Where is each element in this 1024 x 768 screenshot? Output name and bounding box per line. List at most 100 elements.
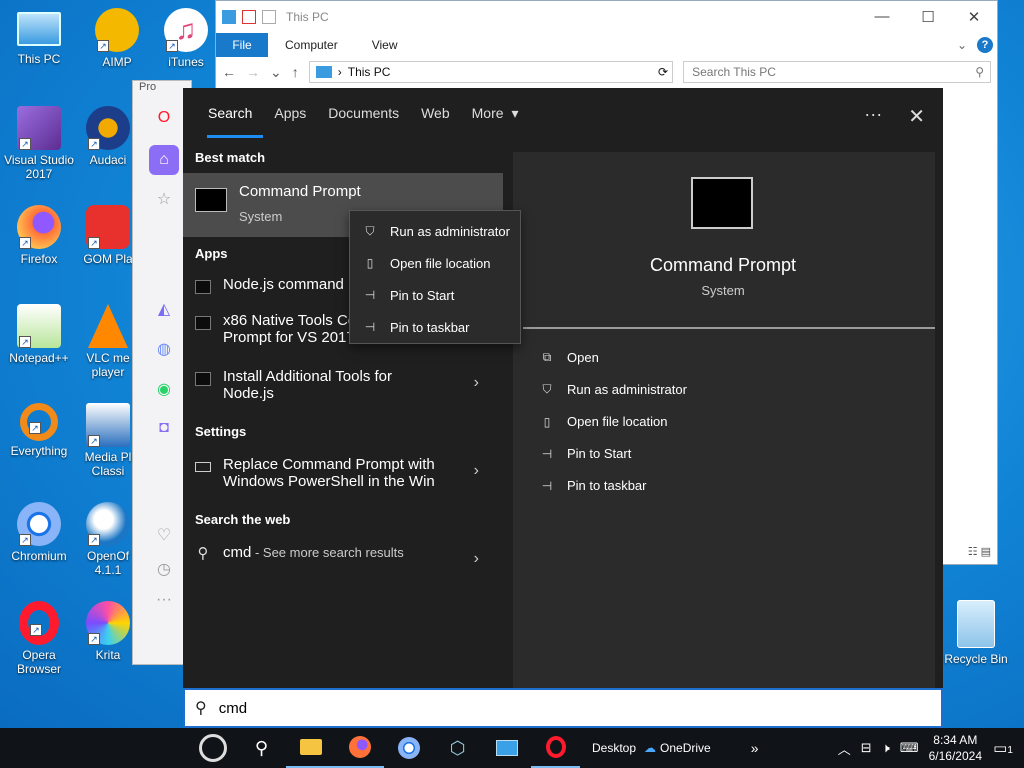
explorer-search-input[interactable]: Search This PC ⚲ bbox=[683, 61, 991, 83]
search-button[interactable]: ⚲ bbox=[237, 728, 286, 768]
taskbar-opera[interactable] bbox=[531, 728, 580, 768]
action-open[interactable]: ⧉ Open bbox=[539, 350, 599, 365]
taskbar-chromium[interactable] bbox=[384, 728, 433, 768]
flow-icon[interactable]: ◭ bbox=[149, 299, 179, 319]
preview-subtitle: System bbox=[701, 283, 745, 298]
search-icon: ⚲ bbox=[254, 737, 269, 758]
tab-web[interactable]: Web bbox=[410, 88, 461, 144]
desktop-icon-chromium[interactable]: ↗ Chromium bbox=[0, 502, 78, 563]
action-pin-to-start[interactable]: ⊣ Pin to Start bbox=[539, 446, 632, 461]
extension-icon[interactable]: ◘ bbox=[149, 419, 179, 437]
action-label: Run as administrator bbox=[567, 382, 687, 397]
ribbon-tab-view[interactable]: View bbox=[355, 38, 415, 52]
pin-icon: ⊣ bbox=[541, 446, 553, 461]
action-open-file-location[interactable]: ▯ Open file location bbox=[539, 414, 668, 429]
help-icon[interactable]: ? bbox=[977, 37, 993, 53]
desktop-icon-opera[interactable]: ↗ Opera Browser bbox=[0, 601, 78, 676]
best-match-header: Best match bbox=[195, 150, 266, 165]
system-tray: ︿ ⊟ 🕨 ⌨ 8:34 AM 6/16/2024 ▭1 bbox=[838, 732, 1014, 764]
expand-ribbon-icon[interactable]: ⌄ bbox=[957, 38, 967, 52]
chevron-right-icon[interactable]: › bbox=[474, 550, 479, 568]
minimize-button[interactable]: — bbox=[859, 8, 905, 26]
opera-logo-icon[interactable]: O bbox=[149, 109, 179, 127]
desktop-icon-audacity[interactable]: ↗ Audaci bbox=[78, 106, 138, 167]
pin-icon: ⊣ bbox=[364, 288, 376, 302]
up-arrow-icon[interactable]: ↑ bbox=[292, 64, 299, 80]
volume-muted-icon[interactable]: 🕨 bbox=[882, 740, 890, 756]
refresh-icon[interactable]: ⟳ bbox=[658, 65, 668, 79]
close-button[interactable]: ✕ bbox=[951, 8, 997, 26]
address-bar[interactable]: › This PC ⟳ bbox=[308, 61, 674, 83]
taskbar-app[interactable] bbox=[482, 728, 531, 768]
desktop-icon-notepadpp[interactable]: ↗ Notepad++ bbox=[0, 304, 78, 365]
home-icon[interactable]: ⌂ bbox=[149, 145, 179, 175]
desktop-icon-visual-studio[interactable]: ↗ Visual Studio 2017 bbox=[0, 106, 78, 181]
aria-icon[interactable]: ☆ bbox=[149, 189, 179, 209]
start-search-flyout[interactable]: Search Apps Documents Web More ▾ ··· ✕ B… bbox=[183, 88, 943, 688]
window-title: This PC bbox=[286, 10, 329, 24]
view-toggle-icons[interactable]: ☷ ▤ bbox=[968, 545, 991, 558]
ime-icon[interactable]: ⌨ bbox=[900, 740, 919, 756]
desktop-icon-this-pc[interactable]: This PC bbox=[0, 8, 78, 66]
search-icon: ⚲ bbox=[195, 700, 207, 717]
back-arrow-icon[interactable]: ← bbox=[222, 64, 236, 80]
desktop-icon-krita[interactable]: ↗ Krita bbox=[78, 601, 138, 662]
ribbon-tab-computer[interactable]: Computer bbox=[268, 38, 355, 52]
desktop-icon-firefox[interactable]: ↗ Firefox bbox=[0, 205, 78, 266]
tab-documents[interactable]: Documents bbox=[317, 88, 410, 144]
desktop-icon-media-player-classic[interactable]: ↗ Media Pl Classi bbox=[78, 403, 138, 478]
app-result-install-node-tools[interactable]: Install Additional Tools for Node.js › bbox=[183, 368, 503, 402]
history-icon[interactable]: ◷ bbox=[149, 559, 179, 579]
notification-center-button[interactable]: ▭1 bbox=[992, 739, 1014, 757]
taskbar-search-input[interactable]: ⚲ cmd bbox=[183, 688, 943, 728]
action-pin-to-taskbar[interactable]: ⊣ Pin to taskbar bbox=[539, 478, 647, 493]
desktop-icon-gom-player[interactable]: ↗ GOM Pla bbox=[78, 205, 138, 266]
desktop-icon-openoffice[interactable]: ↗ OpenOf 4.1.1 bbox=[78, 502, 138, 577]
tab-search[interactable]: Search bbox=[197, 88, 264, 144]
tab-more[interactable]: More ▾ bbox=[461, 88, 530, 144]
breadcrumb-chevron-icon[interactable]: › bbox=[338, 65, 342, 79]
chevron-up-icon[interactable]: ︿ bbox=[838, 739, 851, 758]
forward-arrow-icon[interactable]: → bbox=[246, 64, 260, 80]
taskbar-virtualbox[interactable]: ⬡ bbox=[433, 728, 482, 768]
chevron-right-icon[interactable]: › bbox=[474, 462, 479, 480]
desktop-icon-vlc[interactable]: VLC me player bbox=[78, 304, 138, 379]
toolbar-overflow-icon[interactable]: » bbox=[751, 740, 759, 756]
network-icon[interactable]: ⊟ bbox=[861, 740, 872, 756]
web-result-cmd[interactable]: ⚲ cmd - See more search results › bbox=[183, 544, 503, 567]
more-options-icon[interactable]: ··· bbox=[864, 104, 882, 129]
more-icon[interactable]: ··· bbox=[149, 591, 179, 609]
close-icon[interactable]: ✕ bbox=[908, 104, 925, 129]
properties-icon[interactable] bbox=[242, 10, 256, 24]
explorer-titlebar[interactable]: This PC — ☐ ✕ bbox=[216, 1, 997, 33]
desktop-toolbar[interactable]: Desktop bbox=[592, 741, 636, 755]
new-folder-icon[interactable] bbox=[262, 10, 276, 24]
settings-result-powershell[interactable]: Replace Command Prompt with Windows Powe… bbox=[183, 456, 503, 490]
taskbar-file-explorer[interactable] bbox=[286, 728, 335, 768]
desktop-icon-label: Recycle Bin bbox=[944, 652, 1008, 666]
desktop-icon-recycle-bin[interactable]: Recycle Bin bbox=[940, 600, 1012, 666]
everything-icon: ↗ bbox=[20, 403, 58, 441]
desktop-icon-itunes[interactable]: ♫ ↗ iTunes bbox=[156, 8, 216, 69]
clock[interactable]: 8:34 AM 6/16/2024 bbox=[929, 732, 982, 764]
maximize-button[interactable]: ☐ bbox=[905, 8, 951, 26]
start-button[interactable] bbox=[188, 728, 237, 768]
onedrive-toolbar[interactable]: ☁ OneDrive bbox=[644, 741, 711, 755]
heart-icon[interactable]: ♡ bbox=[149, 525, 179, 545]
chevron-right-icon[interactable]: › bbox=[474, 374, 479, 392]
context-pin-to-taskbar[interactable]: ⊣ Pin to taskbar bbox=[350, 311, 520, 343]
action-run-as-administrator[interactable]: ⛉ Run as administrator bbox=[539, 382, 687, 397]
tab-apps[interactable]: Apps bbox=[263, 88, 317, 144]
action-label: Open bbox=[567, 350, 599, 365]
whatsapp-icon[interactable]: ◉ bbox=[149, 379, 179, 399]
context-run-as-administrator[interactable]: ⛉ Run as administrator bbox=[350, 215, 520, 247]
recent-locations-icon[interactable]: ⌄ bbox=[270, 64, 282, 81]
search-icon: ⚲ bbox=[975, 65, 984, 79]
taskbar-firefox[interactable] bbox=[335, 728, 384, 768]
desktop-icon-everything[interactable]: ↗ Everything bbox=[0, 403, 78, 458]
ribbon-tab-file[interactable]: File bbox=[216, 33, 268, 57]
context-pin-to-start[interactable]: ⊣ Pin to Start bbox=[350, 279, 520, 311]
desktop-icon-aimp[interactable]: ↗ AIMP bbox=[78, 8, 156, 69]
messenger-icon[interactable]: ◍ bbox=[149, 339, 179, 359]
context-open-file-location[interactable]: ▯ Open file location bbox=[350, 247, 520, 279]
